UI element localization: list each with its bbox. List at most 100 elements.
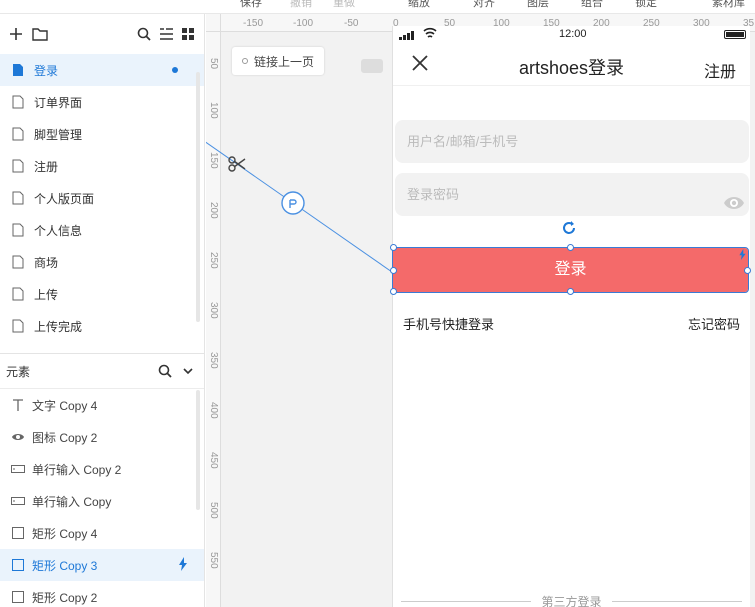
toolbar-layer[interactable]: 图层 [527, 0, 549, 10]
page-icon [12, 287, 26, 301]
add-page-icon[interactable] [8, 26, 24, 42]
eye-icon [10, 432, 26, 442]
page-item-profile[interactable]: 个人信息 [0, 214, 204, 246]
password-placeholder: 登录密码 [407, 187, 460, 202]
forgot-password-link[interactable]: 忘记密码 [688, 314, 740, 333]
interaction-bolt-icon[interactable] [178, 557, 188, 574]
element-item[interactable]: 矩形 Copy 2 [0, 581, 204, 607]
refresh-icon[interactable] [561, 220, 577, 239]
page-item-label: 个人信息 [34, 223, 83, 238]
page-item-label: 上传 [34, 287, 59, 302]
folder-icon[interactable] [32, 26, 48, 42]
page-item-register[interactable]: 注册 [0, 150, 204, 182]
third-party-label: 第三方登录 [541, 595, 602, 607]
design-canvas[interactable]: -150 -100 -50 0 50 100 150 200 250 300 3… [206, 14, 755, 607]
search-icon[interactable] [136, 26, 152, 42]
phone-artboard[interactable]: 12:00 artshoes登录 注册 用户名/邮箱/手机号 登录密码 登录 手… [390, 26, 751, 607]
page-title: artshoes登录 [518, 58, 625, 78]
page-item-orders[interactable]: 订单界面 [0, 86, 204, 118]
ruler-label: 450 [208, 452, 219, 469]
ruler-label: 400 [208, 402, 219, 419]
element-label: 文字 Copy 4 [32, 398, 98, 413]
page-item-foot-management[interactable]: 脚型管理 [0, 118, 204, 150]
toolbar-save[interactable]: 保存 [240, 0, 262, 10]
interaction-bolt-icon[interactable] [738, 249, 747, 263]
toolbar-redo[interactable]: 重做 [333, 0, 355, 10]
element-item[interactable]: 图标 Copy 2 [0, 421, 204, 453]
left-panel: 登录 订单界面 脚型管理 注册 个人版页面 个人信息 商场 上传 上传完成 元素… [0, 14, 205, 607]
toolbar-asset-library[interactable]: 素材库 [712, 0, 745, 10]
rect-icon [10, 527, 26, 539]
register-link[interactable]: 注册 [704, 58, 736, 82]
element-label: 单行输入 Copy 2 [32, 462, 122, 477]
top-toolbar: 保存 撤销 重做 缩放 对齐 图层 组合 锁定 素材库 [0, 0, 755, 14]
password-input[interactable]: 登录密码 [395, 173, 749, 216]
ruler-label: 50 [208, 58, 219, 70]
input-icon [10, 497, 26, 505]
resize-handle[interactable] [567, 244, 574, 251]
element-list: 文字 Copy 4 图标 Copy 2 单行输入 Copy 2 单行输入 Cop… [0, 389, 204, 607]
page-item-mall[interactable]: 商场 [0, 246, 204, 278]
ruler-label: 300 [208, 302, 219, 319]
username-input[interactable]: 用户名/邮箱/手机号 [395, 120, 749, 163]
ruler-label: 350 [208, 352, 219, 369]
element-label: 矩形 Copy 2 [32, 590, 98, 605]
toolbar-lock[interactable]: 锁定 [635, 0, 657, 10]
elements-title: 元素 [6, 364, 31, 379]
element-item[interactable]: 矩形 Copy 4 [0, 517, 204, 549]
element-label: 单行输入 Copy [32, 494, 112, 509]
element-item[interactable]: 单行输入 Copy [0, 485, 204, 517]
ruler-label: -100 [293, 18, 314, 29]
third-party-divider: 第三方登录 [401, 593, 742, 607]
page-item-label: 上传完成 [34, 319, 83, 334]
resize-handle[interactable] [390, 288, 397, 295]
toolbar-align[interactable]: 对齐 [473, 0, 495, 10]
page-item-personal[interactable]: 个人版页面 [0, 182, 204, 214]
text-icon [10, 398, 26, 412]
ruler-label: 250 [208, 252, 219, 269]
toolbar-zoom[interactable]: 缩放 [408, 0, 430, 10]
resize-handle[interactable] [744, 267, 751, 274]
scissors-icon[interactable] [228, 155, 246, 176]
page-icon [12, 319, 26, 333]
page-icon [12, 127, 26, 141]
page-item-upload[interactable]: 上传 [0, 278, 204, 310]
page-icon [12, 95, 26, 109]
chevron-down-icon[interactable] [182, 364, 194, 381]
element-item[interactable]: 单行输入 Copy 2 [0, 453, 204, 485]
page-icon [12, 255, 26, 269]
login-button[interactable]: 登录 [392, 247, 749, 293]
quick-login-link[interactable]: 手机号快捷登录 [403, 317, 494, 332]
element-search-icon[interactable] [158, 364, 172, 381]
toolbar-group[interactable]: 组合 [581, 0, 603, 10]
element-item-selected[interactable]: 矩形 Copy 3 [0, 549, 204, 581]
divider-line [612, 601, 742, 602]
status-time: 12:00 [559, 28, 587, 40]
ruler-label: 500 [208, 502, 219, 519]
resize-handle[interactable] [390, 244, 397, 251]
toolbar-undo[interactable]: 撤销 [290, 0, 312, 10]
ruler-label: 100 [208, 102, 219, 119]
pages-scrollbar[interactable] [196, 72, 200, 322]
page-item-login[interactable]: 登录 [0, 54, 204, 86]
list-icon[interactable] [158, 26, 174, 42]
element-item[interactable]: 文字 Copy 4 [0, 389, 204, 421]
resize-handle[interactable] [390, 267, 397, 274]
elements-scrollbar[interactable] [196, 390, 200, 510]
grid-icon[interactable] [180, 26, 196, 42]
page-item-upload-done[interactable]: 上传完成 [0, 310, 204, 342]
rect-icon [10, 559, 26, 571]
page-item-label: 订单界面 [34, 95, 83, 110]
rect-icon [10, 591, 26, 603]
resize-handle[interactable] [567, 288, 574, 295]
eye-icon[interactable] [723, 185, 745, 228]
tag-icon[interactable] [361, 59, 383, 73]
battery-icon [724, 30, 746, 39]
link-previous-page-tag[interactable]: 链接上一页 [232, 47, 324, 75]
ruler-label: 200 [208, 202, 219, 219]
current-page-dot [172, 67, 178, 73]
ruler-corner [206, 14, 221, 32]
page-item-label: 个人版页面 [34, 191, 95, 206]
status-bar: 12:00 [393, 26, 750, 42]
page-item-label: 商场 [34, 255, 59, 270]
